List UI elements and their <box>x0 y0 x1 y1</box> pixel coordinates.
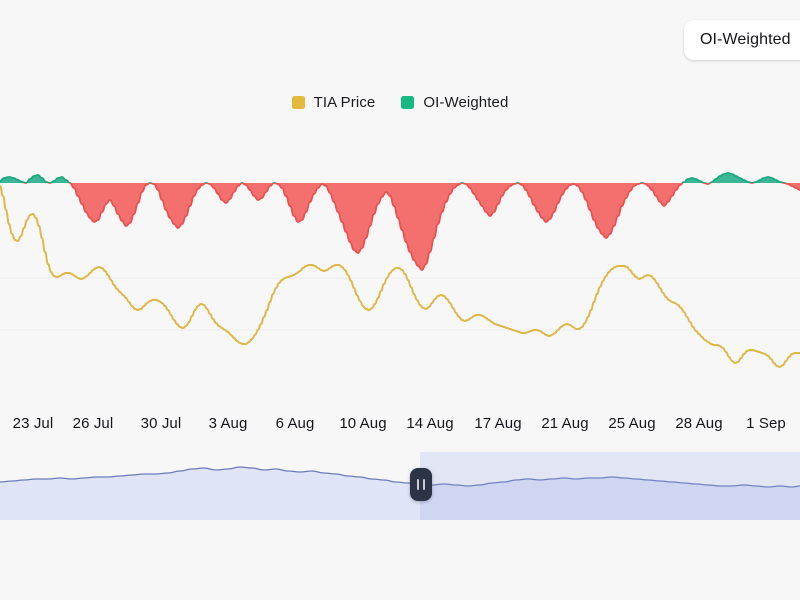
x-axis-tick: 26 Jul <box>72 415 114 432</box>
handle-grip-bar <box>417 479 419 490</box>
legend-item-tia-price[interactable]: TIA Price <box>291 94 376 111</box>
x-axis-tick: 30 Jul <box>140 415 182 432</box>
x-axis-tick: 17 Aug <box>474 415 522 432</box>
brush-selection-window[interactable] <box>420 452 800 520</box>
x-axis-tick: 25 Aug <box>608 415 656 432</box>
legend-swatch-oi-weighted <box>401 96 415 109</box>
brush-left-handle[interactable] <box>410 468 432 501</box>
x-axis-tick: 14 Aug <box>406 415 454 432</box>
x-axis-tick: 1 Sep <box>746 415 786 432</box>
oi-weighted-area <box>0 172 800 271</box>
legend-swatch-tia-price <box>291 96 305 109</box>
plot-svg <box>0 172 800 368</box>
brush-navigator[interactable] <box>0 452 800 520</box>
chart-legend: TIA Price OI-Weighted <box>0 94 800 111</box>
x-axis-tick: 23 Jul <box>12 415 54 432</box>
handle-grip-bar <box>423 479 425 490</box>
legend-label-oi-weighted: OI-Weighted <box>423 94 509 111</box>
metric-selector-button[interactable]: OI-Weighted <box>684 20 800 60</box>
metric-selector-label: OI-Weighted <box>700 31 791 48</box>
x-axis: 23 Jul 26 Jul 30 Jul 3 Aug 6 Aug 10 Aug 14 Aug… <box>0 415 800 441</box>
x-axis-tick: 10 Aug <box>339 415 387 432</box>
legend-label-tia-price: TIA Price <box>313 94 376 111</box>
gridlines <box>0 277 800 331</box>
x-axis-tick: 6 Aug <box>275 415 315 432</box>
x-axis-tick: 21 Aug <box>541 415 589 432</box>
chart-container: OI-Weighted TIA Price OI-Weighted 23 Jul… <box>0 0 800 600</box>
x-axis-tick: 28 Aug <box>675 415 723 432</box>
main-plot[interactable] <box>0 130 800 405</box>
legend-item-oi-weighted[interactable]: OI-Weighted <box>401 94 508 111</box>
x-axis-tick: 3 Aug <box>208 415 248 432</box>
